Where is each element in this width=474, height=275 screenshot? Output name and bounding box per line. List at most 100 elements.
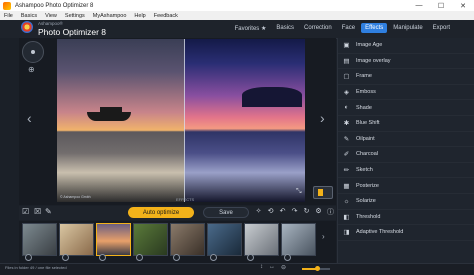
effect-label: Blue Shift xyxy=(356,120,380,127)
effect-item[interactable]: ◐ Shade xyxy=(338,100,474,116)
effect-item[interactable]: ◧ Threshold xyxy=(338,210,474,226)
undo-icon[interactable]: ↶ xyxy=(278,207,287,218)
image-age-icon: ▣ xyxy=(343,42,350,50)
thumbnail-checkbox[interactable] xyxy=(62,254,69,261)
settings-icon[interactable]: ⚙ xyxy=(314,207,323,218)
tab-export[interactable]: Export xyxy=(429,23,454,33)
effect-label: Posterize xyxy=(356,182,379,189)
thumbnail-checkbox[interactable] xyxy=(136,254,143,261)
effect-item[interactable]: ✏ Sketch xyxy=(338,163,474,179)
fit-height-icon[interactable]: ↔ xyxy=(269,264,275,271)
posterize-icon: ▦ xyxy=(343,182,350,190)
maximize-button[interactable]: ☐ xyxy=(430,0,452,11)
title-bar: Ashampoo Photo Optimizer 8 — ☐ ✕ xyxy=(0,0,474,11)
thumbnail-checkbox[interactable] xyxy=(210,254,217,261)
effect-item[interactable]: ▢ Frame xyxy=(338,69,474,85)
thumbnail-checkbox[interactable] xyxy=(284,254,291,261)
brush-icon[interactable]: ✎ xyxy=(45,207,52,216)
photo-effect xyxy=(184,39,305,202)
tab-correction[interactable]: Correction xyxy=(300,23,336,33)
minimize-button[interactable]: — xyxy=(408,0,430,11)
tree-silhouette xyxy=(242,87,302,107)
effect-item[interactable]: ✐ Charcoal xyxy=(338,147,474,163)
split-divider[interactable] xyxy=(184,39,185,202)
thumbnail-checkbox[interactable] xyxy=(173,254,180,261)
tab-manipulate[interactable]: Manipulate xyxy=(389,23,426,33)
zoom-slider-knob[interactable] xyxy=(314,266,320,271)
menu-basics[interactable]: Basics xyxy=(21,13,37,19)
effect-label: Oilpaint xyxy=(356,135,375,142)
brand-product: Photo Optimizer 8 xyxy=(38,27,107,37)
image-overlay-icon: ▤ xyxy=(343,57,350,65)
effect-item[interactable]: ✎ Oilpaint xyxy=(338,132,474,148)
split-label: EFFECTS xyxy=(176,197,195,202)
split-view-indicator xyxy=(318,189,323,196)
status-bar xyxy=(0,263,474,275)
effect-item[interactable]: ◨ Adaptive Threshold xyxy=(338,225,474,241)
status-icons: ↕ ↔ ⊖ xyxy=(260,264,286,271)
effect-item[interactable]: ☼ Solarize xyxy=(338,194,474,210)
menu-file[interactable]: File xyxy=(4,13,13,19)
thumbnail[interactable] xyxy=(281,223,316,261)
photo-watermark: © Ashampoo Gmbh xyxy=(60,195,91,199)
select-all-icon[interactable]: ☑ xyxy=(22,207,29,216)
effect-item[interactable]: ▣ Image Age xyxy=(338,38,474,54)
next-image-icon[interactable]: › xyxy=(320,110,325,126)
tab-effects[interactable]: Effects xyxy=(361,23,388,33)
thumbnail[interactable] xyxy=(244,223,279,261)
menu-feedback[interactable]: Feedback xyxy=(154,13,178,19)
effect-item[interactable]: ▤ Image overlay xyxy=(338,54,474,70)
undo-all-icon[interactable]: ⟲ xyxy=(266,207,275,218)
fit-width-icon[interactable]: ↕ xyxy=(260,264,263,271)
tab-basics[interactable]: Basics xyxy=(272,23,298,33)
photo-preview[interactable] xyxy=(57,39,305,202)
thumbnail[interactable] xyxy=(22,223,57,261)
effect-label: Solarize xyxy=(356,198,376,205)
save-button[interactable]: Save xyxy=(203,207,249,218)
thumbnail-checkbox[interactable] xyxy=(25,254,32,261)
split-view-toggle[interactable] xyxy=(313,186,333,199)
thumbnail-checkbox[interactable] xyxy=(247,254,254,261)
brand-company: Ashampoo® xyxy=(38,21,63,26)
thumbnail[interactable] xyxy=(207,223,242,261)
info-icon[interactable]: ⓘ xyxy=(326,207,335,218)
effect-label: Threshold xyxy=(356,213,381,220)
menu-myashampoo[interactable]: MyAshampoo xyxy=(93,13,127,19)
menu-help[interactable]: Help xyxy=(134,13,145,19)
effect-label: Charcoal xyxy=(356,151,379,158)
auto-optimize-button[interactable]: Auto optimize xyxy=(128,207,194,218)
effect-label: Frame xyxy=(356,73,372,80)
magic-wand-icon[interactable]: ✧ xyxy=(254,207,263,218)
filmstrip-next-icon[interactable]: › xyxy=(322,232,325,241)
effect-label: Shade xyxy=(356,104,372,111)
status-text: Files in folder 49 / one file selected xyxy=(5,265,67,270)
previous-image-icon[interactable]: ‹ xyxy=(27,110,32,126)
menu-bar: File Basics View Settings MyAshampoo Hel… xyxy=(0,11,474,20)
navigator-dial[interactable] xyxy=(22,41,44,63)
ashampoo-logo xyxy=(21,21,33,33)
tab-face[interactable]: Face xyxy=(338,23,359,33)
zoom-out-icon[interactable]: ⊖ xyxy=(281,264,286,271)
rotate-icon[interactable]: ↻ xyxy=(302,207,311,218)
menu-view[interactable]: View xyxy=(45,13,57,19)
effect-item[interactable]: ✱ Blue Shift xyxy=(338,116,474,132)
effect-item[interactable]: ▦ Posterize xyxy=(338,178,474,194)
thumbnail-selected[interactable] xyxy=(96,223,131,261)
thumbnail[interactable] xyxy=(170,223,205,261)
zoom-slider[interactable] xyxy=(302,266,330,271)
deselect-icon[interactable]: ☒ xyxy=(34,207,41,216)
effect-item[interactable]: ◈ Emboss xyxy=(338,85,474,101)
redo-icon[interactable]: ↷ xyxy=(290,207,299,218)
menu-settings[interactable]: Settings xyxy=(65,13,85,19)
solarize-icon: ☼ xyxy=(343,197,350,205)
app-icon xyxy=(3,1,11,10)
tab-favorites[interactable]: Favorites ★ xyxy=(231,23,271,33)
effect-label: Image Age xyxy=(356,42,383,49)
thumbnail-checkbox[interactable] xyxy=(99,254,106,261)
collapse-icon[interactable]: ⤡ xyxy=(296,188,302,196)
thumbnail[interactable] xyxy=(133,223,168,261)
close-button[interactable]: ✕ xyxy=(452,0,474,11)
navigator-dot xyxy=(31,50,35,54)
thumbnail[interactable] xyxy=(59,223,94,261)
zoom-icon[interactable]: ⊕ xyxy=(28,65,35,74)
